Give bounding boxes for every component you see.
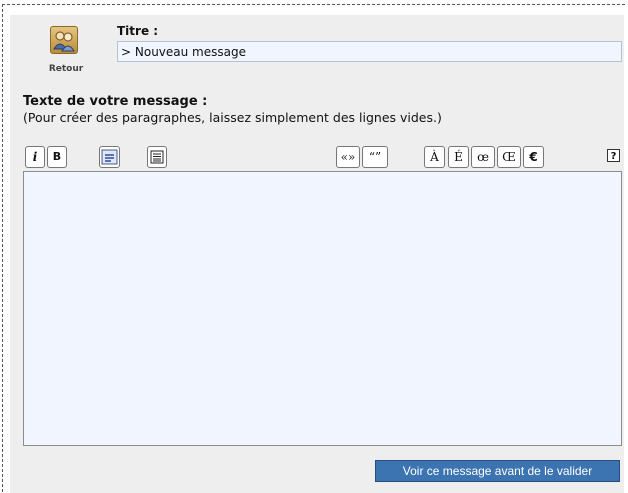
english-quotes-button[interactable]: “” (362, 146, 388, 168)
char-e-acute-button[interactable]: É (448, 146, 469, 168)
spip-link-icon (101, 149, 118, 165)
bold-button[interactable]: B (47, 146, 67, 168)
char-euro-button[interactable]: € (523, 146, 544, 168)
retour-label: Retour (48, 64, 84, 74)
paragraph-icon (150, 150, 164, 164)
message-textarea[interactable] (23, 171, 622, 446)
message-hint: (Pour créer des paragraphes, laissez sim… (23, 110, 442, 125)
titre-label: Titre : (117, 24, 159, 38)
help-icon[interactable]: ? (607, 149, 620, 162)
char-a-grave-button[interactable]: À (424, 146, 445, 168)
spip-link-button[interactable] (99, 146, 120, 168)
titre-input[interactable]: > Nouveau message (117, 41, 622, 62)
char-OE-button[interactable]: Œ (497, 146, 521, 168)
italic-button[interactable]: i (25, 146, 45, 168)
paragraph-button[interactable] (147, 146, 167, 168)
retour-button[interactable]: Retour (42, 26, 98, 78)
users-icon (50, 26, 78, 54)
french-quotes-button[interactable]: «» (336, 146, 360, 168)
preview-message-button[interactable]: Voir ce message avant de le valider (375, 460, 620, 482)
message-heading: Texte de votre message : (23, 94, 208, 109)
char-oe-button[interactable]: œ (471, 146, 495, 168)
